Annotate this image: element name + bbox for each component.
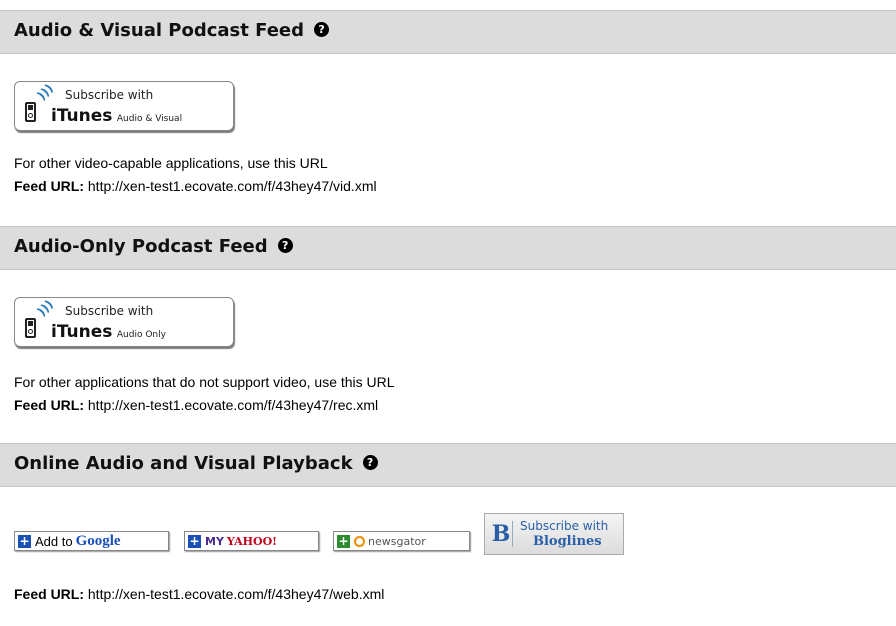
help-icon[interactable]: ? xyxy=(277,238,293,253)
feed-url-line: Feed URL: http://xen-test1.ecovate.com/f… xyxy=(14,178,377,194)
description: For other video-capable applications, us… xyxy=(14,155,328,171)
feed-url-link[interactable]: http://xen-test1.ecovate.com/f/43hey47/v… xyxy=(88,178,377,194)
itunes-label: iTunes Audio & Visual xyxy=(51,106,182,126)
itunes-type: Audio & Visual xyxy=(116,114,183,124)
description: For other applications that do not suppo… xyxy=(14,374,395,390)
feed-url-label: Feed URL: xyxy=(14,397,84,413)
broadcast-icon: ))) xyxy=(34,297,56,319)
section-title: Audio-Only Podcast Feed? xyxy=(14,236,293,257)
help-icon[interactable]: ? xyxy=(314,22,330,37)
section-title-text: Audio-Only Podcast Feed xyxy=(14,236,268,257)
section-title: Audio & Visual Podcast Feed? xyxy=(14,20,330,41)
add-to-newsgator-button[interactable]: + newsgator xyxy=(333,531,470,551)
google-prefix: Add to xyxy=(35,533,73,549)
section-header-audio-only: Audio-Only Podcast Feed? xyxy=(0,226,896,270)
subscribe-itunes-audio-only-button[interactable]: ))) Subscribe with iTunes Audio Only xyxy=(14,297,234,347)
subscribe-itunes-audio-visual-button[interactable]: ))) Subscribe with iTunes Audio & Visual xyxy=(14,81,234,131)
feed-url-link[interactable]: http://xen-test1.ecovate.com/f/43hey47/w… xyxy=(88,586,385,602)
bloglines-logo-icon: B xyxy=(490,521,513,547)
plus-icon: + xyxy=(337,533,350,548)
ipod-icon xyxy=(25,102,36,122)
subscribe-bloglines-button[interactable]: B Subscribe with Bloglines xyxy=(484,513,624,555)
plus-icon: + xyxy=(188,533,201,548)
section-title-text: Audio & Visual Podcast Feed xyxy=(14,20,305,41)
google-logo-text: Google xyxy=(76,533,121,550)
itunes-word: iTunes xyxy=(51,106,113,126)
newsgator-logo-icon xyxy=(354,535,365,547)
feed-url-line: Feed URL: http://xen-test1.ecovate.com/f… xyxy=(14,397,378,413)
yahoo-my-label: MY xyxy=(205,534,224,548)
ipod-icon xyxy=(25,318,36,338)
subscribe-with-label: Subscribe with xyxy=(65,88,154,102)
section-header-online-playback: Online Audio and Visual Playback? xyxy=(0,443,896,487)
add-to-my-yahoo-button[interactable]: + MY YAHOO! xyxy=(184,531,319,551)
google-logo-text: Google xyxy=(75,532,121,549)
plus-icon: + xyxy=(18,533,31,548)
broadcast-icon: ))) xyxy=(34,81,56,103)
feed-url-link[interactable]: http://xen-test1.ecovate.com/f/43hey47/r… xyxy=(88,397,378,413)
bloglines-subscribe-label: Subscribe with xyxy=(520,519,609,533)
itunes-type: Audio Only xyxy=(116,330,166,340)
section-title: Online Audio and Visual Playback? xyxy=(14,453,378,474)
feed-url-label: Feed URL: xyxy=(14,178,84,194)
feed-url-line: Feed URL: http://xen-test1.ecovate.com/f… xyxy=(14,586,384,602)
add-to-google-button[interactable]: + Add to Google xyxy=(14,531,169,551)
section-title-text: Online Audio and Visual Playback xyxy=(14,453,353,474)
feed-url-label: Feed URL: xyxy=(14,586,84,602)
section-header-audio-visual: Audio & Visual Podcast Feed? xyxy=(0,10,896,54)
itunes-label: iTunes Audio Only xyxy=(51,322,166,342)
help-icon[interactable]: ? xyxy=(362,455,378,470)
yahoo-logo-text: YAHOO! xyxy=(226,534,277,548)
newsgator-logo-text: newsgator xyxy=(368,534,426,548)
bloglines-name: Bloglines xyxy=(533,534,602,549)
subscribe-with-label: Subscribe with xyxy=(65,304,154,318)
itunes-word: iTunes xyxy=(51,322,113,342)
